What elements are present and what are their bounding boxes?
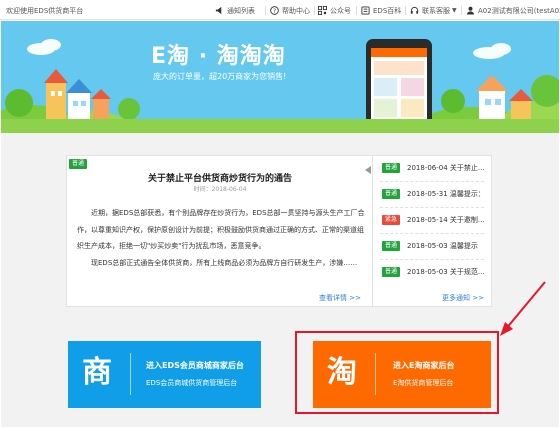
panel-divider bbox=[372, 156, 373, 306]
news-text: 2018-05-03 温馨提示 bbox=[407, 242, 478, 250]
nav-help-center[interactable]: ? 帮助中心 bbox=[270, 5, 310, 16]
nav-divider bbox=[405, 6, 406, 15]
news-item[interactable]: 普通 2018-06-04 关于禁止... bbox=[380, 159, 492, 185]
welcome-text: 欢迎使用EDS供货商平台 bbox=[6, 7, 84, 15]
nav-eds-wiki[interactable]: EDS百科 bbox=[361, 5, 401, 16]
article-tag: 普通 bbox=[69, 159, 88, 169]
news-tag: 普通 bbox=[382, 267, 401, 277]
nav-notice-list[interactable]: 通知列表 bbox=[215, 5, 255, 16]
banner-subtitle: 庞大的订单量，超20万商家为您销售! bbox=[153, 72, 287, 81]
nav-user-account-label: A02测试有限公司(testA02) bbox=[478, 6, 560, 15]
mall-card-title: 进入EDS会员商城商家后台 bbox=[146, 361, 244, 370]
news-separator bbox=[380, 233, 484, 234]
news-text: 2018-06-04 关于禁止... bbox=[407, 164, 485, 172]
news-item[interactable]: 紧急 2018-05-14 关于邀制... bbox=[380, 211, 492, 237]
news-tag: 紧急 bbox=[382, 215, 401, 225]
card-divider bbox=[130, 353, 131, 395]
nav-divider bbox=[356, 6, 357, 15]
article-paragraph: 现EDS总部正式通告全体供货商，所有上线商品必须为品牌方自行研发生产，涉嫌…… bbox=[91, 258, 358, 267]
banner-title: E淘 · 淘淘淘 bbox=[151, 44, 286, 69]
top-bar: 欢迎使用EDS供货商平台 通知列表 ? 帮助中心 公众号 EDS百科 联系客服 … bbox=[0, 0, 560, 20]
user-icon bbox=[466, 6, 475, 15]
nav-contact-service[interactable]: 联系客服 ▼ bbox=[410, 5, 457, 16]
article-body: 近期，据EDS总部获悉，有个别品牌存在炒货行为，EDS总部一贯坚持与源头生产工厂… bbox=[77, 205, 365, 271]
nav-divider bbox=[265, 6, 266, 15]
nav-divider bbox=[461, 6, 462, 15]
news-list: 普通 2018-06-04 关于禁止... 普通 2018-05-31 温馨提示… bbox=[380, 159, 492, 289]
nav-divider bbox=[314, 6, 315, 15]
book-icon bbox=[361, 6, 370, 15]
help-icon: ? bbox=[270, 6, 279, 15]
headset-icon bbox=[410, 6, 419, 14]
article-time: 时间：2018-06-04 bbox=[193, 186, 247, 193]
enter-mall-backend-button[interactable]: 商 进入EDS会员商城商家后台 EDS会员商城供货商管理后台 bbox=[68, 341, 261, 408]
more-notices-link[interactable]: 更多通知 >> bbox=[442, 293, 484, 303]
news-text: 2018-05-31 温馨提示： bbox=[407, 190, 485, 198]
news-item[interactable]: 普通 2018-05-31 温馨提示： bbox=[380, 185, 492, 211]
carousel-arrow-icon[interactable] bbox=[365, 166, 371, 174]
news-tag: 普通 bbox=[382, 189, 401, 199]
article-paragraph: 近期，据EDS总部获悉，有个别品牌存在炒货行为，EDS总部一贯坚持与源头生产工厂… bbox=[77, 209, 365, 250]
qrcode-icon bbox=[318, 6, 327, 15]
news-tag: 普通 bbox=[382, 163, 401, 173]
news-text: 2018-05-03 关于规范... bbox=[407, 268, 485, 276]
view-detail-link[interactable]: 查看详情 >> bbox=[319, 293, 361, 303]
nav-contact-service-label: 联系客服 bbox=[422, 6, 450, 15]
news-tag: 普通 bbox=[382, 241, 401, 251]
news-separator bbox=[380, 181, 484, 182]
news-item[interactable]: 普通 2018-05-03 温馨提示 bbox=[380, 237, 492, 263]
promo-banner: E淘 · 淘淘淘 庞大的订单量，超20万商家为您销售! bbox=[1, 21, 559, 133]
article-title[interactable]: 关于禁止平台供货商炒货行为的通告 bbox=[87, 171, 353, 184]
notice-panel: 普通 关于禁止平台供货商炒货行为的通告 时间：2018-06-04 近期，据ED… bbox=[66, 155, 492, 307]
news-separator bbox=[380, 259, 484, 260]
news-item[interactable]: 普通 2018-05-03 关于规范... bbox=[380, 263, 492, 289]
svg-text:?: ? bbox=[273, 9, 276, 15]
mall-glyph-icon: 商 bbox=[82, 355, 112, 390]
nav-eds-wiki-label: EDS百科 bbox=[373, 6, 402, 15]
chevron-down-icon: ▼ bbox=[452, 7, 457, 14]
nav-official-account[interactable]: 公众号 bbox=[318, 5, 351, 16]
news-text: 2018-05-14 关于邀制... bbox=[407, 216, 485, 224]
banner-ground bbox=[1, 119, 559, 133]
news-separator bbox=[380, 207, 484, 208]
mall-card-subtitle: EDS会员商城供货商管理后台 bbox=[146, 379, 238, 387]
nav-notice-list-label: 通知列表 bbox=[227, 6, 255, 15]
nav-help-center-label: 帮助中心 bbox=[282, 6, 310, 15]
nav-official-account-label: 公众号 bbox=[330, 6, 351, 15]
nav-user-account[interactable]: A02测试有限公司(testA02) bbox=[466, 5, 560, 16]
highlight-box bbox=[295, 331, 499, 414]
megaphone-icon bbox=[215, 6, 222, 15]
